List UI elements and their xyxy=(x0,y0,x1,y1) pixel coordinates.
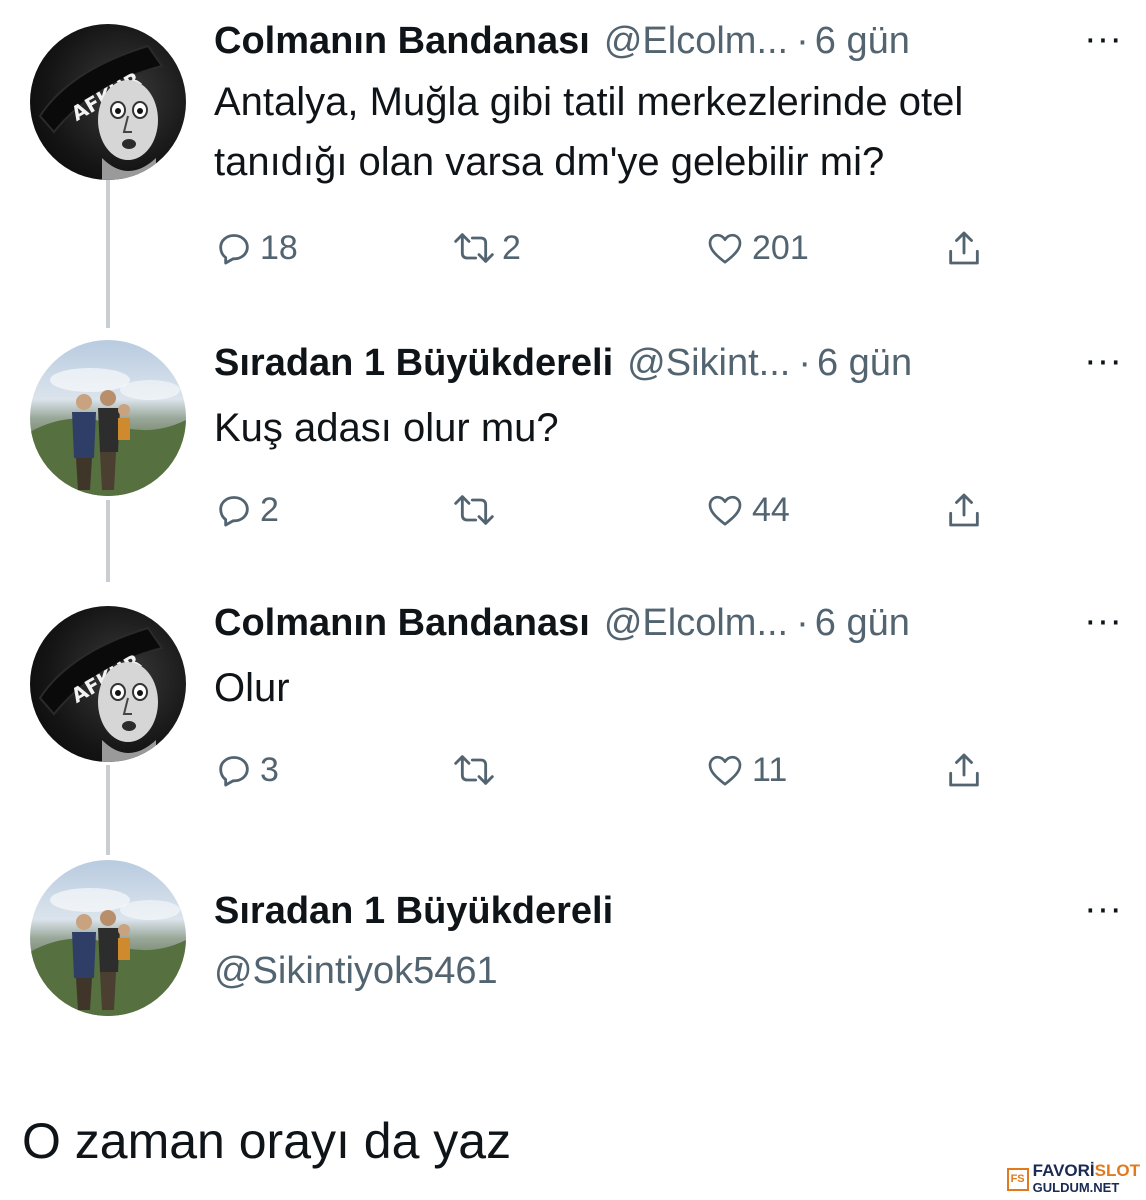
thread-line xyxy=(106,500,110,582)
retweet-icon xyxy=(454,755,494,785)
tweet-header: Colmanın Bandanası @Elcolm... · 6 gün ··… xyxy=(214,600,1128,646)
action-bar: 18 2 201 xyxy=(214,226,1004,270)
tweet-text-line: tanıdığı olan varsa dm'ye gelebilir mi? xyxy=(214,140,885,184)
retweet-icon xyxy=(454,495,494,525)
tweet-text: Olur xyxy=(214,658,1130,718)
share-icon xyxy=(949,493,979,527)
like-count: 44 xyxy=(752,490,790,529)
reply-button[interactable]: 2 xyxy=(214,488,279,532)
username[interactable]: @Sikintiyok5461 xyxy=(214,950,498,993)
tweet-text-line: Antalya, Muğla gibi tatil merkezlerinde … xyxy=(214,80,964,124)
display-name[interactable]: Sıradan 1 Büyükdereli xyxy=(214,890,613,933)
tweet-text-line: Olur xyxy=(214,666,290,710)
separator-dot: · xyxy=(798,341,811,384)
share-button[interactable] xyxy=(944,488,984,532)
avatar[interactable]: AFKUR xyxy=(30,606,186,762)
watermark: FS FAVORİSLOT GULDUM.NET xyxy=(1006,1162,1140,1196)
action-bar: 2 44 xyxy=(214,488,1004,532)
display-name[interactable]: Colmanın Bandanası xyxy=(214,20,590,63)
display-name[interactable]: Sıradan 1 Büyükdereli xyxy=(214,342,613,385)
avatar[interactable] xyxy=(30,340,186,496)
username[interactable]: @Elcolm... xyxy=(604,20,788,63)
display-name[interactable]: Colmanın Bandanası xyxy=(214,602,590,645)
reply-icon xyxy=(219,496,249,527)
like-count: 201 xyxy=(752,228,809,267)
timestamp[interactable]: 6 gün xyxy=(817,342,912,385)
avatar[interactable] xyxy=(30,860,186,1016)
like-button[interactable]: 11 xyxy=(704,748,787,792)
reply-count: 18 xyxy=(260,228,298,267)
retweet-count: 2 xyxy=(502,228,521,267)
retweet-button[interactable] xyxy=(452,748,502,792)
tweet-text-line: Kuş adası olur mu? xyxy=(214,406,559,450)
watermark-text: FAVORİSLOT GULDUM.NET xyxy=(1033,1162,1140,1196)
more-icon[interactable]: ··· xyxy=(1084,340,1122,383)
watermark-text-b: SLOT xyxy=(1094,1161,1140,1180)
reply-count: 3 xyxy=(260,750,279,789)
more-icon[interactable]: ··· xyxy=(1084,888,1122,931)
reply-button[interactable]: 3 xyxy=(214,748,279,792)
composer-header: Sıradan 1 Büyükdereli ··· xyxy=(214,888,1128,934)
watermark-logo-box: FS xyxy=(1006,1167,1029,1191)
retweet-button[interactable] xyxy=(452,488,502,532)
separator-dot: · xyxy=(796,19,809,62)
avatar[interactable]: AFKUR xyxy=(30,24,186,180)
more-icon[interactable]: ··· xyxy=(1084,600,1122,643)
tweet-header: Colmanın Bandanası @Elcolm... · 6 gün ··… xyxy=(214,18,1128,64)
reply-count: 2 xyxy=(260,490,279,529)
reply-button[interactable]: 18 xyxy=(214,226,298,270)
share-icon xyxy=(949,753,979,787)
retweet-button[interactable]: 2 xyxy=(452,226,521,270)
watermark-text-a: FAVORİ xyxy=(1032,1161,1095,1180)
username[interactable]: @Sikint... xyxy=(627,342,790,385)
action-bar: 3 11 xyxy=(214,748,1004,792)
timestamp[interactable]: 6 gün xyxy=(815,602,910,645)
reply-icon xyxy=(219,234,249,265)
like-button[interactable]: 44 xyxy=(704,488,790,532)
caption-text: O zaman orayı da yaz xyxy=(22,1113,512,1169)
share-button[interactable] xyxy=(944,748,984,792)
like-button[interactable]: 201 xyxy=(704,226,809,270)
like-icon xyxy=(708,233,742,264)
separator-dot: · xyxy=(796,601,809,644)
like-icon xyxy=(708,495,742,526)
share-icon xyxy=(949,231,979,265)
username[interactable]: @Elcolm... xyxy=(604,602,788,645)
retweet-icon xyxy=(454,233,494,263)
share-button[interactable] xyxy=(944,226,984,270)
timestamp[interactable]: 6 gün xyxy=(815,20,910,63)
thread-line xyxy=(106,180,110,328)
tweet-text: Kuş adası olur mu? xyxy=(214,398,1130,458)
like-icon xyxy=(708,755,742,786)
more-icon[interactable]: ··· xyxy=(1084,18,1122,61)
like-count: 11 xyxy=(752,750,788,789)
tweet-text: Antalya, Muğla gibi tatil merkezlerinde … xyxy=(214,72,1130,192)
watermark-text-c: GULDUM.NET xyxy=(1032,1180,1120,1195)
reply-icon xyxy=(219,756,249,787)
tweet-header: Sıradan 1 Büyükdereli @Sikint... · 6 gün… xyxy=(214,340,1128,386)
thread-line xyxy=(106,765,110,855)
